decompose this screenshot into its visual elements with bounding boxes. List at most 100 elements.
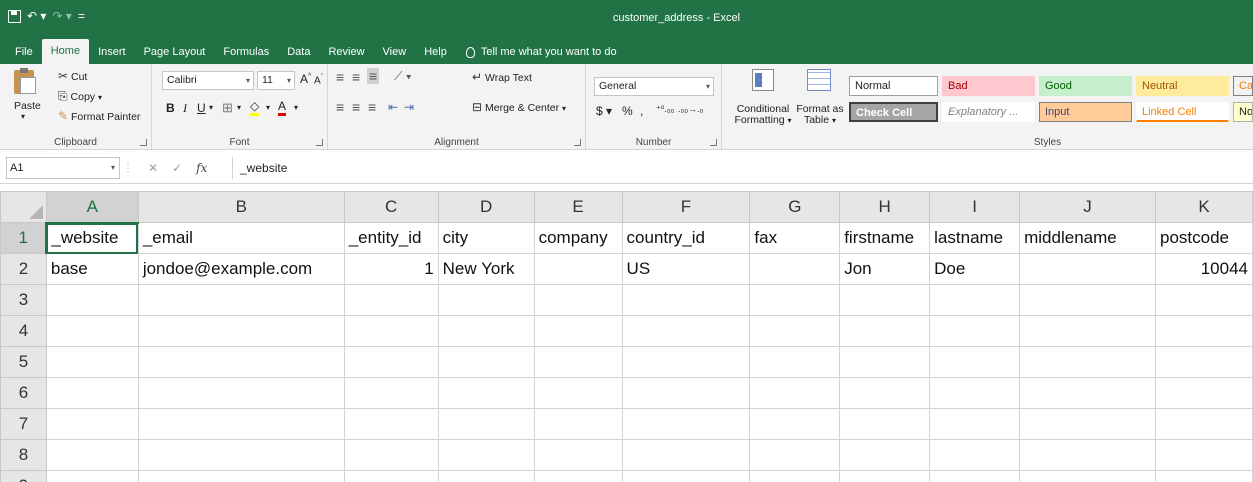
cell-K9[interactable]	[1154, 470, 1253, 482]
middle-align-icon[interactable]: ≡	[352, 69, 360, 85]
cell-F9[interactable]	[621, 470, 751, 482]
style-input[interactable]: Input	[1039, 102, 1132, 122]
number-launcher-icon[interactable]	[710, 139, 717, 146]
format-as-table-button[interactable]: Format as Table ▾	[794, 104, 846, 126]
cell-D8[interactable]	[437, 439, 535, 471]
style-note[interactable]: Not	[1233, 102, 1253, 122]
cell-B8[interactable]	[137, 439, 345, 471]
tab-help[interactable]: Help	[415, 40, 456, 64]
cell-G4[interactable]	[749, 315, 841, 347]
align-right-icon[interactable]: ≡	[368, 99, 376, 115]
increase-decimal-icon[interactable]: ⁺⁰.₀₀	[656, 104, 674, 115]
cell-K5[interactable]	[1154, 346, 1253, 378]
style-good[interactable]: Good	[1039, 76, 1132, 96]
grow-font-icon[interactable]: A^	[300, 72, 311, 86]
font-color-icon[interactable]: A	[278, 100, 287, 116]
tab-review[interactable]: Review	[319, 40, 373, 64]
cell-C4[interactable]	[343, 315, 439, 347]
name-box[interactable]: A1 ▾	[6, 157, 120, 179]
cell-A4[interactable]	[45, 315, 139, 347]
cell-H3[interactable]	[839, 284, 931, 316]
cell-J9[interactable]	[1019, 470, 1156, 482]
column-header-A[interactable]: A	[45, 191, 139, 224]
cell-E1[interactable]: company	[533, 222, 623, 254]
bottom-align-icon[interactable]: ≡	[367, 68, 380, 84]
cell-J4[interactable]	[1019, 315, 1156, 347]
number-format-select[interactable]: General ▾	[594, 77, 714, 96]
formula-input[interactable]: _website	[240, 157, 287, 179]
cell-J2[interactable]	[1019, 253, 1156, 285]
decrease-decimal-icon[interactable]: .₀₀→.₀	[678, 104, 703, 114]
cell-C8[interactable]	[343, 439, 439, 471]
cell-H7[interactable]	[839, 408, 931, 440]
cell-K8[interactable]	[1154, 439, 1253, 471]
cell-F4[interactable]	[621, 315, 751, 347]
cell-B6[interactable]	[137, 377, 345, 409]
row-header[interactable]: 5	[0, 346, 47, 378]
cell-E9[interactable]	[533, 470, 623, 482]
cell-A8[interactable]	[45, 439, 139, 471]
alignment-launcher-icon[interactable]	[574, 139, 581, 146]
cell-D9[interactable]	[437, 470, 535, 482]
tab-file[interactable]: File	[6, 40, 42, 64]
cell-F3[interactable]	[621, 284, 751, 316]
bold-icon[interactable]: B	[166, 101, 175, 115]
font-launcher-icon[interactable]	[316, 139, 323, 146]
row-header[interactable]: 1	[0, 222, 48, 254]
cell-I1[interactable]: lastname	[929, 222, 1021, 254]
cell-E6[interactable]	[533, 377, 623, 409]
tell-me-search[interactable]: Tell me what you want to do	[456, 40, 617, 64]
cell-J1[interactable]: middlename	[1019, 222, 1156, 254]
cell-E4[interactable]	[533, 315, 623, 347]
cell-I7[interactable]	[929, 408, 1021, 440]
cell-F6[interactable]	[621, 377, 751, 409]
cell-C1[interactable]: _entity_id	[343, 222, 439, 254]
tab-insert[interactable]: Insert	[89, 40, 135, 64]
cell-G6[interactable]	[749, 377, 841, 409]
cell-K6[interactable]	[1154, 377, 1253, 409]
cell-F7[interactable]	[621, 408, 751, 440]
row-header[interactable]: 6	[0, 377, 47, 409]
tab-view[interactable]: View	[374, 40, 416, 64]
cell-K3[interactable]	[1154, 284, 1253, 316]
cell-K2[interactable]: 10044	[1154, 253, 1253, 285]
row-header[interactable]: 2	[0, 253, 47, 285]
column-header-F[interactable]: F	[621, 191, 751, 223]
align-center-icon[interactable]: ≡	[352, 99, 360, 115]
cell-B5[interactable]	[137, 346, 345, 378]
orientation-icon[interactable]: ⟋ ▾	[394, 69, 412, 84]
cell-B1[interactable]: _email	[137, 222, 345, 254]
conditional-formatting-button[interactable]: Conditional Formatting ▾	[732, 104, 794, 126]
cell-C2[interactable]: 1	[343, 253, 439, 285]
decrease-indent-icon[interactable]: ⇤	[388, 100, 398, 114]
cell-I5[interactable]	[929, 346, 1021, 378]
cell-G5[interactable]	[749, 346, 841, 378]
font-color-dropdown-icon[interactable]: ▾	[294, 103, 298, 112]
column-header-C[interactable]: C	[343, 191, 439, 223]
cell-J6[interactable]	[1019, 377, 1156, 409]
cell-G7[interactable]	[749, 408, 841, 440]
currency-icon[interactable]: $ ▾	[596, 104, 612, 118]
tab-home[interactable]: Home	[41, 39, 90, 64]
style-check-cell[interactable]: Check Cell	[849, 102, 938, 122]
cell-I6[interactable]	[929, 377, 1021, 409]
underline-icon[interactable]: U	[197, 101, 206, 115]
chevron-down-icon[interactable]: ▾	[111, 158, 115, 178]
cell-E5[interactable]	[533, 346, 623, 378]
cell-C7[interactable]	[343, 408, 439, 440]
cell-C9[interactable]	[343, 470, 439, 482]
row-header[interactable]: 8	[0, 439, 47, 471]
select-all-corner[interactable]	[0, 191, 47, 223]
tab-formulas[interactable]: Formulas	[214, 40, 278, 64]
column-header-H[interactable]: H	[839, 191, 931, 223]
paste-dropdown-icon[interactable]: ▾	[21, 112, 25, 121]
cell-I3[interactable]	[929, 284, 1021, 316]
format-painter-button[interactable]: ✎ Format Painter	[58, 109, 140, 123]
cell-K4[interactable]	[1154, 315, 1253, 347]
tab-data[interactable]: Data	[278, 40, 319, 64]
cell-H4[interactable]	[839, 315, 931, 347]
borders-icon[interactable]: ⊞	[222, 100, 233, 116]
cell-B2[interactable]: jondoe@example.com	[137, 253, 345, 285]
wrap-text-button[interactable]: ↵ Wrap Text	[472, 70, 532, 84]
paste-button[interactable]: Paste	[14, 100, 41, 112]
